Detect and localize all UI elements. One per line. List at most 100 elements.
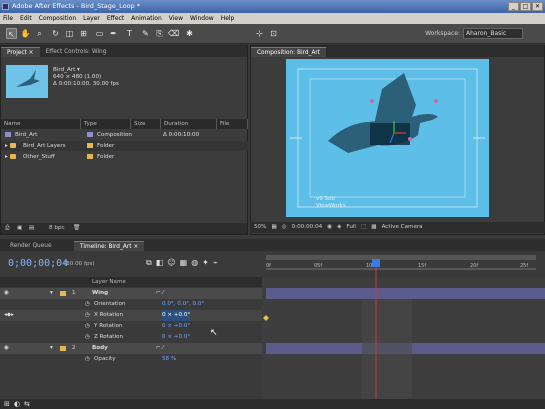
pan-behind-tool-icon[interactable]: ⊞ bbox=[78, 28, 89, 39]
toggle-switches-icon[interactable]: ⊞ bbox=[4, 400, 10, 408]
brainstorm-icon[interactable]: ✦ bbox=[202, 258, 209, 268]
tab-timeline[interactable]: Timeline: Bird_Art × bbox=[74, 241, 145, 251]
resolution-select[interactable]: Full bbox=[346, 222, 356, 233]
layer-row[interactable]: ◉ ▾ 2 Body ⌐ ⁄ bbox=[0, 343, 262, 354]
shy-layers-icon[interactable]: ☺ bbox=[167, 258, 175, 268]
tab-project[interactable]: Project × bbox=[1, 47, 40, 57]
pen-tool-icon[interactable]: ✒ bbox=[108, 28, 119, 39]
label-color-swatch[interactable] bbox=[87, 132, 93, 137]
stopwatch-icon[interactable]: ◷ bbox=[85, 310, 90, 321]
hand-tool-icon[interactable]: ✋ bbox=[20, 28, 31, 39]
list-item[interactable]: Bird_Art Composition Δ 0:00:10:00 bbox=[1, 130, 248, 140]
toggle-inout-icon[interactable]: ⇆ bbox=[24, 400, 30, 408]
layer-label-color[interactable] bbox=[60, 291, 66, 296]
layer-name[interactable]: Wing bbox=[92, 288, 108, 299]
zoom-select[interactable]: 50% bbox=[254, 222, 266, 233]
stopwatch-icon[interactable]: ◷ bbox=[85, 321, 90, 332]
menu-layer[interactable]: Layer bbox=[83, 13, 100, 24]
list-item[interactable]: ▸ Other_Stuff Folder bbox=[1, 152, 248, 162]
new-folder-icon[interactable]: ▣ bbox=[17, 223, 22, 234]
draft-3d-icon[interactable]: ◧ bbox=[156, 258, 164, 268]
menu-effect[interactable]: Effect bbox=[107, 13, 124, 24]
layer-name[interactable]: Body bbox=[92, 343, 108, 354]
property-value[interactable]: 0 × +0.0° bbox=[162, 332, 190, 343]
col-layer-name[interactable]: Layer Name bbox=[92, 277, 126, 287]
interpret-footage-icon[interactable]: ⎙ bbox=[5, 223, 9, 234]
property-row[interactable]: ◷ Y Rotation 0 × +0.0° bbox=[0, 321, 262, 332]
rotate-tool-icon[interactable]: ↻ bbox=[50, 28, 61, 39]
frame-blending-icon[interactable]: ▦ bbox=[180, 258, 188, 268]
viewer-timecode[interactable]: 0:00:00:04 bbox=[292, 222, 323, 233]
text-tool-icon[interactable]: T bbox=[124, 28, 135, 39]
transparency-icon[interactable]: ▩ bbox=[371, 222, 376, 233]
selection-tool-icon[interactable]: ↖ bbox=[6, 28, 17, 39]
comp-flowchart-icon[interactable]: ⧉ bbox=[146, 258, 152, 268]
property-row[interactable]: ◷ Orientation 0.0°, 0.0°, 0.0° bbox=[0, 299, 262, 310]
grid-icon[interactable]: ▦ bbox=[271, 222, 276, 233]
property-row[interactable]: ◂◆▸ ◷ X Rotation 0 × +0.0° bbox=[0, 310, 262, 321]
property-row[interactable]: ◷ Opacity 58 % bbox=[0, 354, 262, 365]
mask-tool-icon[interactable]: ▭ bbox=[94, 28, 105, 39]
label-color-swatch[interactable] bbox=[87, 154, 93, 159]
layer-label-color[interactable] bbox=[60, 346, 66, 351]
menu-composition[interactable]: Composition bbox=[39, 13, 76, 24]
property-value[interactable]: 0.0°, 0.0°, 0.0° bbox=[162, 299, 204, 310]
mask-icon[interactable]: ◎ bbox=[282, 222, 287, 233]
label-color-swatch[interactable] bbox=[87, 143, 93, 148]
tab-effect-controls[interactable]: Effect Controls: Wing bbox=[40, 47, 113, 57]
property-row[interactable]: ◷ Z Rotation 0 × +0.0° bbox=[0, 332, 262, 343]
col-type[interactable]: Type bbox=[81, 119, 131, 129]
puppet-pin-tool-icon[interactable]: ✱ bbox=[184, 28, 195, 39]
col-name[interactable]: Name bbox=[1, 119, 81, 129]
layer-switches-icon[interactable]: ⌐ ⁄ bbox=[156, 288, 163, 299]
list-item[interactable]: ▸ Bird_Art Layers Folder bbox=[1, 141, 248, 151]
layer-switches-icon[interactable]: ⌐ ⁄ bbox=[156, 343, 163, 354]
camera-select[interactable]: Active Camera bbox=[382, 222, 423, 233]
snapshot-icon[interactable]: ◉ bbox=[327, 222, 332, 233]
zoom-tool-icon[interactable]: ⌕ bbox=[34, 28, 45, 39]
menu-window[interactable]: Window bbox=[190, 13, 214, 24]
expand-arrow-icon[interactable]: ▸ bbox=[5, 143, 8, 149]
maximize-button[interactable]: □ bbox=[520, 2, 531, 11]
current-time-display[interactable]: 0;00;00;04 bbox=[8, 258, 68, 269]
stopwatch-icon[interactable]: ◷ bbox=[85, 299, 90, 310]
axis-mode-icon[interactable]: ⊹ bbox=[254, 28, 265, 39]
menu-help[interactable]: Help bbox=[221, 13, 235, 24]
tab-composition[interactable]: Composition: Bird_Art bbox=[251, 47, 327, 57]
composition-viewer[interactable]: v9 Sob ViewWorks bbox=[286, 59, 489, 217]
twirl-arrow-icon[interactable]: ▾ bbox=[50, 343, 53, 354]
timeline-graph[interactable]: 0f 05f 10f 15f 20f 25f bbox=[262, 251, 545, 399]
property-value-editing[interactable]: 0 × +0.0° bbox=[162, 310, 191, 321]
menu-view[interactable]: View bbox=[169, 13, 183, 24]
property-value[interactable]: 0 × +0.0° bbox=[162, 321, 190, 332]
eraser-tool-icon[interactable]: ⌫ bbox=[168, 28, 179, 39]
motion-blur-icon[interactable]: ◍ bbox=[191, 258, 198, 268]
keyframe-nav-icon[interactable]: ◂◆▸ bbox=[4, 310, 14, 321]
graph-editor-icon[interactable]: ⌁ bbox=[213, 258, 218, 268]
close-button[interactable]: ✕ bbox=[532, 2, 543, 11]
stopwatch-icon[interactable]: ◷ bbox=[85, 332, 90, 343]
col-duration[interactable]: Duration bbox=[161, 119, 217, 129]
toggle-modes-icon[interactable]: ◐ bbox=[14, 400, 20, 408]
roi-icon[interactable]: ⬚ bbox=[361, 222, 366, 233]
channel-icon[interactable]: ◈ bbox=[337, 222, 341, 233]
visibility-eye-icon[interactable]: ◉ bbox=[4, 343, 9, 354]
stopwatch-icon[interactable]: ◷ bbox=[85, 354, 90, 365]
property-value[interactable]: 58 % bbox=[162, 354, 176, 365]
clone-stamp-tool-icon[interactable]: ⎘ bbox=[154, 28, 165, 39]
col-size[interactable]: Size bbox=[131, 119, 161, 129]
trash-icon[interactable]: 🗑 bbox=[73, 223, 80, 234]
menu-animation[interactable]: Animation bbox=[131, 13, 162, 24]
menu-edit[interactable]: Edit bbox=[20, 13, 32, 24]
brush-tool-icon[interactable]: ✎ bbox=[140, 28, 151, 39]
workspace-select[interactable]: Aharon_Basic bbox=[463, 28, 523, 39]
visibility-eye-icon[interactable]: ◉ bbox=[4, 288, 9, 299]
bpc-label[interactable]: 8 bpc bbox=[49, 223, 65, 234]
minimize-button[interactable]: _ bbox=[508, 2, 519, 11]
camera-tool-icon[interactable]: ◫ bbox=[64, 28, 75, 39]
expand-arrow-icon[interactable]: ▸ bbox=[5, 154, 8, 160]
world-axis-icon[interactable]: ⊡ bbox=[268, 28, 279, 39]
twirl-arrow-icon[interactable]: ▾ bbox=[50, 288, 53, 299]
new-comp-icon[interactable]: ▤ bbox=[29, 223, 34, 234]
tab-render-queue[interactable]: Render Queue bbox=[4, 241, 58, 251]
